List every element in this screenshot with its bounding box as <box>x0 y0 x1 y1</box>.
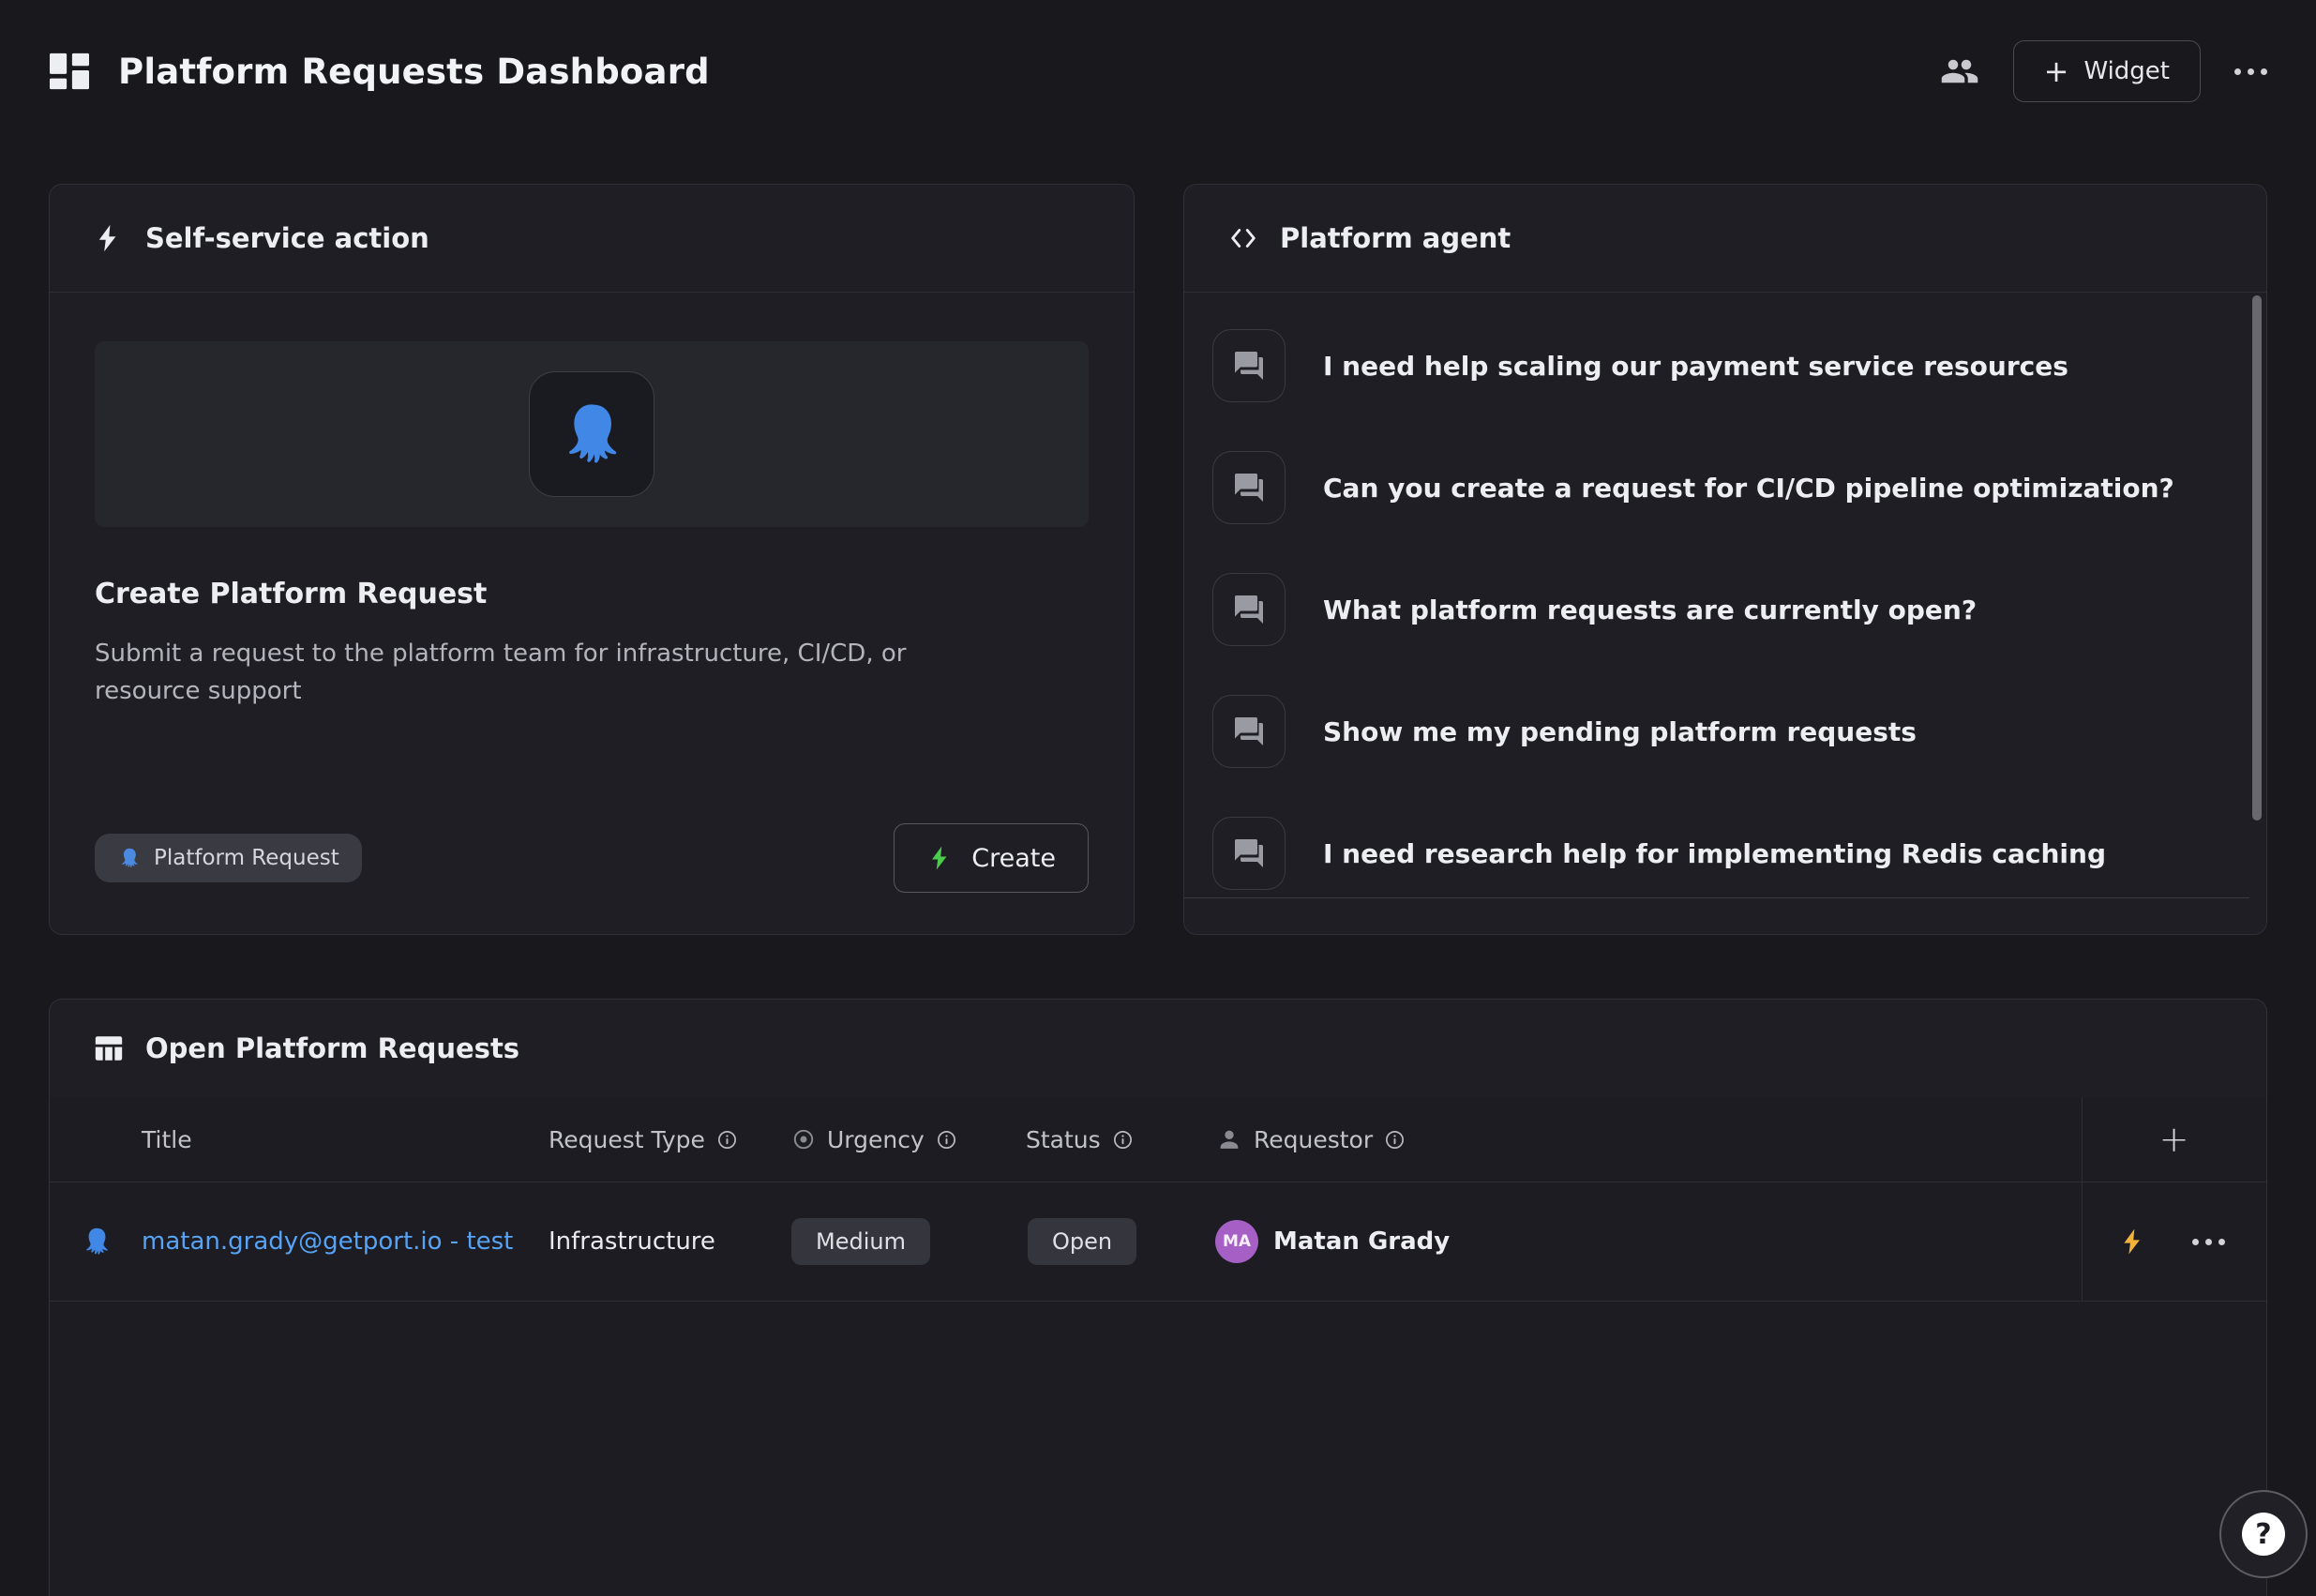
entity-link[interactable]: matan.grady@getport.io - test <box>142 1227 513 1256</box>
info-icon[interactable] <box>1384 1129 1406 1151</box>
table-card-header: Open Platform Requests <box>50 1000 2266 1098</box>
octopus-logo-icon <box>554 397 629 472</box>
info-icon[interactable] <box>716 1129 738 1151</box>
table-card-title: Open Platform Requests <box>145 1032 519 1064</box>
column-header-request-type[interactable]: Request Type <box>549 1097 738 1182</box>
agent-card-header: Platform agent <box>1184 185 2266 293</box>
row-urgency-cell: Medium <box>791 1182 930 1301</box>
agent-suggestion[interactable]: I need help scaling our payment service … <box>1212 330 2221 401</box>
agent-card-title: Platform agent <box>1280 222 1511 254</box>
users-icon <box>1940 52 1979 91</box>
self-service-action-card: Self-service action Create Platform Requ… <box>49 184 1135 935</box>
ellipsis-icon <box>2192 1239 2199 1245</box>
column-header-requestor[interactable]: Requestor <box>1216 1097 1406 1182</box>
row-run-action[interactable] <box>2118 1182 2148 1301</box>
actions-column-divider <box>2082 1097 2083 1301</box>
agent-scrollbar[interactable] <box>2252 295 2262 821</box>
table-area: Title Request Type Urgency Status <box>50 1097 2266 1596</box>
table-icon <box>93 1032 125 1064</box>
platform-agent-card: Platform agent I need help scaling our p… <box>1183 184 2267 935</box>
row-entity-icon <box>80 1182 113 1301</box>
agent-suggestion-label: What platform requests are currently ope… <box>1323 595 1977 625</box>
chat-bubble-icon <box>1212 451 1286 524</box>
row-title-cell[interactable]: matan.grady@getport.io - test <box>142 1182 513 1301</box>
person-icon <box>1216 1126 1242 1152</box>
blueprint-chip[interactable]: Platform Request <box>95 834 362 882</box>
agent-input-divider <box>1184 897 2249 898</box>
status-badge: Open <box>1028 1218 1136 1265</box>
agent-suggestion-label: I need research help for implementing Re… <box>1323 838 2106 869</box>
agent-suggestion-label: I need help scaling our payment service … <box>1323 351 2068 382</box>
agent-suggestion-label: Can you create a request for CI/CD pipel… <box>1323 473 2174 504</box>
self-service-card-footer: Platform Request Create <box>95 823 1089 893</box>
lightning-yellow-icon <box>2118 1227 2148 1257</box>
blueprint-chip-label: Platform Request <box>154 846 339 870</box>
ellipsis-icon <box>2234 68 2241 75</box>
page-menu-button[interactable] <box>2234 68 2267 75</box>
requestor-name: Matan Grady <box>1273 1227 1450 1256</box>
code-icon <box>1227 222 1259 254</box>
action-logo-tile <box>529 371 654 497</box>
chat-bubble-icon <box>1212 695 1286 768</box>
agent-suggestion-list: I need help scaling our payment service … <box>1184 293 2266 889</box>
lightning-icon <box>93 222 125 254</box>
share-users-button[interactable] <box>1940 52 1979 91</box>
add-widget-button[interactable]: + Widget <box>2013 40 2201 102</box>
radio-icon <box>791 1127 816 1152</box>
column-header-status[interactable]: Status <box>1026 1097 1134 1182</box>
urgency-badge: Medium <box>791 1218 930 1265</box>
table-row[interactable]: matan.grady@getport.io - test Infrastruc… <box>50 1182 2266 1302</box>
page-title: Platform Requests Dashboard <box>118 52 710 92</box>
action-title: Create Platform Request <box>95 578 1089 610</box>
row-status-cell: Open <box>1028 1182 1136 1301</box>
agent-suggestion-label: Show me my pending platform requests <box>1323 716 1917 747</box>
row-requestor-cell: MA Matan Grady <box>1215 1182 1450 1301</box>
agent-suggestion[interactable]: What platform requests are currently ope… <box>1212 574 2221 645</box>
row-request-type-cell: Infrastructure <box>549 1182 715 1301</box>
top-bar-actions: + Widget <box>1940 40 2267 102</box>
octopus-icon <box>80 1225 113 1258</box>
self-service-card-body: Create Platform Request Submit a request… <box>50 293 1134 711</box>
agent-suggestion[interactable]: Show me my pending platform requests <box>1212 696 2221 767</box>
column-header-urgency[interactable]: Urgency <box>791 1097 957 1182</box>
self-service-card-header: Self-service action <box>50 185 1134 293</box>
self-service-card-title: Self-service action <box>145 222 429 254</box>
dashboard-page: Platform Requests Dashboard + Widget Sel… <box>0 0 2316 1596</box>
info-icon[interactable] <box>1112 1129 1134 1151</box>
create-button[interactable]: Create <box>894 823 1089 893</box>
top-bar: Platform Requests Dashboard + Widget <box>49 36 2267 107</box>
agent-suggestion[interactable]: Can you create a request for CI/CD pipel… <box>1212 452 2221 523</box>
add-widget-label: Widget <box>2083 57 2170 85</box>
plus-icon: + <box>2044 56 2069 86</box>
create-button-label: Create <box>971 844 1056 873</box>
chat-bubble-icon <box>1212 573 1286 646</box>
chat-bubble-icon <box>1212 329 1286 402</box>
chat-bubble-icon <box>1212 817 1286 890</box>
agent-suggestion[interactable]: I need research help for implementing Re… <box>1212 818 2221 889</box>
action-description: Submit a request to the platform team fo… <box>95 635 976 711</box>
info-icon[interactable] <box>936 1129 957 1151</box>
dashboard-grid-icon <box>49 52 90 91</box>
row-menu-button[interactable] <box>2192 1182 2225 1301</box>
octopus-chip-icon <box>117 846 142 870</box>
column-header-title[interactable]: Title <box>142 1097 192 1182</box>
table-header-row: Title Request Type Urgency Status <box>50 1097 2266 1182</box>
question-mark-icon: ? <box>2242 1513 2285 1556</box>
help-button[interactable]: ? <box>2219 1490 2308 1578</box>
lightning-green-icon <box>926 844 955 872</box>
action-hero-panel <box>95 341 1089 527</box>
add-column-button[interactable]: + <box>2082 1097 2266 1182</box>
requestor-avatar: MA <box>1215 1220 1258 1263</box>
open-platform-requests-card: Open Platform Requests Title Request Typ… <box>49 999 2267 1596</box>
